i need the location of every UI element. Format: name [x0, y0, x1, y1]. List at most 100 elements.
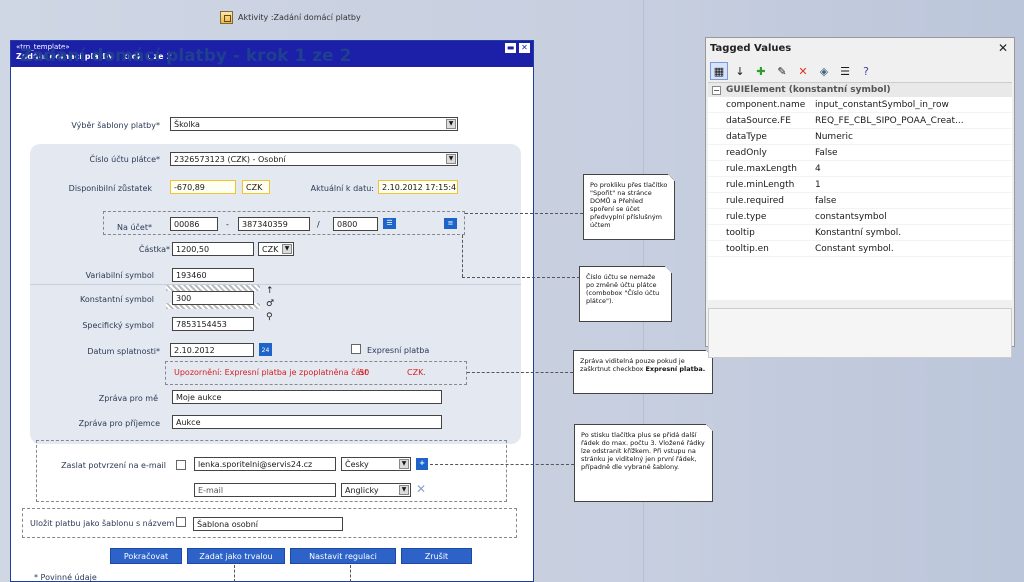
- tag-key: rule.maxLength: [726, 164, 797, 174]
- express-label: Expresní platba: [367, 346, 430, 355]
- const-symbol-input[interactable]: 300: [172, 291, 254, 305]
- link-icon[interactable]: ♂: [266, 299, 274, 309]
- currency-value: CZK: [262, 245, 279, 254]
- tagged-values-toolbar: ▦ ↓ ✚ ✎ ✕ ◈ ☰ ?: [706, 60, 1014, 82]
- language-value-1: Česky: [345, 460, 369, 469]
- calendar-icon[interactable]: 24: [259, 343, 272, 356]
- edit-icon[interactable]: ✎: [773, 62, 791, 80]
- amount-input[interactable]: 1200,50: [172, 242, 254, 256]
- to-account-slash: /: [317, 220, 320, 229]
- activity-header: Aktivity :Zadání domácí platby: [220, 11, 361, 24]
- to-account-prefix-input[interactable]: 00086: [170, 217, 218, 231]
- contact-book-icon[interactable]: ≡: [444, 218, 457, 229]
- tag-icon[interactable]: ◈: [815, 62, 833, 80]
- tag-key: component.name: [726, 100, 806, 110]
- save-template-checkbox[interactable]: [176, 517, 186, 527]
- var-symbol-input[interactable]: 193460: [172, 268, 254, 282]
- actual-value: 2.10.2012 17:15:41: [378, 180, 458, 194]
- email-input-1[interactable]: lenka.sporitelni@servis24.cz: [194, 457, 336, 471]
- table-row[interactable]: component.name input_constantSymbol_in_ro…: [708, 97, 1012, 113]
- page-heading: Zadání domácí platby - krok 1 ze 2: [20, 46, 352, 66]
- table-row[interactable]: readOnly False: [708, 145, 1012, 161]
- msg-me-input[interactable]: Moje aukce: [172, 390, 442, 404]
- table-row[interactable]: dataType Numeric: [708, 129, 1012, 145]
- tag-value: Numeric: [815, 132, 853, 142]
- tagged-values-group[interactable]: − GUIElement (konstantní symbol): [708, 83, 1012, 97]
- tag-value: Constant symbol.: [815, 244, 894, 254]
- table-row[interactable]: dataSource.FE REQ_FE_CBL_SIPO_POAA_Creat.…: [708, 113, 1012, 129]
- warning-currency: CZK.: [407, 368, 426, 377]
- email-checkbox[interactable]: [176, 460, 186, 470]
- minimize-icon[interactable]: ▬: [505, 43, 516, 53]
- table-row[interactable]: tooltip Konstantní symbol.: [708, 225, 1012, 241]
- tagged-values-notes-pane[interactable]: [708, 308, 1012, 358]
- msg-recipient-label: Zpráva pro příjemce: [78, 419, 160, 428]
- tag-value: Konstantní symbol.: [815, 228, 902, 238]
- table-row[interactable]: rule.type constantsymbol: [708, 209, 1012, 225]
- table-row[interactable]: tooltip.en Constant symbol.: [708, 241, 1012, 257]
- due-date-label: Datum splatnosti*: [87, 347, 160, 356]
- cancel-button[interactable]: Zrušit: [401, 548, 472, 564]
- standing-order-button[interactable]: Zadat jako trvalou platbu: [187, 548, 285, 577]
- tag-key: rule.minLength: [726, 180, 795, 190]
- connector-note2: [462, 277, 580, 278]
- close-icon[interactable]: ✕: [998, 41, 1008, 55]
- checklist-icon[interactable]: ☰: [836, 62, 854, 80]
- continue-button[interactable]: Pokračovat: [110, 548, 182, 564]
- currency-select[interactable]: CZK ▼: [258, 242, 294, 256]
- chevron-down-icon[interactable]: ▼: [399, 459, 409, 469]
- warning-amount: 50: [359, 368, 370, 377]
- balance-value: -670,89: [170, 180, 236, 194]
- required-note: * Povinné údaje: [34, 573, 97, 582]
- spec-symbol-input[interactable]: 7853154453: [172, 317, 254, 331]
- language-select-2[interactable]: Anglicky ▼: [341, 483, 411, 497]
- connector-button-2: [350, 565, 351, 582]
- note-email-rows: Po stisku tlačítka plus se přidá další ř…: [574, 424, 713, 502]
- template-value: Školka: [174, 120, 200, 129]
- spec-symbol-label: Specifický symbol: [82, 321, 154, 330]
- account-label: Číslo účtu plátce*: [89, 155, 160, 164]
- msg-recipient-input[interactable]: Aukce: [172, 415, 442, 429]
- move-arrow-icon[interactable]: ↑: [266, 286, 274, 296]
- due-date-input[interactable]: 2.10.2012: [170, 343, 254, 357]
- categorized-view-icon[interactable]: ▦: [710, 62, 728, 80]
- collapse-icon[interactable]: −: [712, 85, 721, 95]
- delete-icon[interactable]: ✕: [794, 62, 812, 80]
- remove-x-icon[interactable]: ✕: [416, 482, 426, 496]
- note-account-keep: Číslo účtu se nemaže po změně účtu plátc…: [579, 266, 672, 322]
- new-tag-icon[interactable]: ✚: [752, 62, 770, 80]
- sort-az-icon[interactable]: ↓: [731, 62, 749, 80]
- email-input-2[interactable]: E-mail: [194, 483, 336, 497]
- chevron-down-icon[interactable]: ▼: [446, 119, 456, 129]
- table-row[interactable]: rule.minLength 1: [708, 177, 1012, 193]
- table-row[interactable]: rule.maxLength 4: [708, 161, 1012, 177]
- close-icon[interactable]: ✕: [519, 43, 530, 53]
- tag-key: dataSource.FE: [726, 116, 791, 126]
- chevron-down-icon[interactable]: ▼: [446, 154, 456, 164]
- table-row[interactable]: rule.required false: [708, 193, 1012, 209]
- save-template-input[interactable]: Šablona osobní: [193, 517, 343, 531]
- balance-regulation-button[interactable]: Nastavit regulaci zůstatku: [290, 548, 396, 577]
- chevron-down-icon[interactable]: ▼: [282, 244, 292, 254]
- tagged-values-panel[interactable]: Tagged Values ✕ ▦ ↓ ✚ ✎ ✕ ◈ ☰ ? − GUIEle…: [705, 37, 1015, 358]
- magnifier-icon[interactable]: ⚲: [266, 312, 273, 322]
- express-checkbox[interactable]: [351, 344, 361, 354]
- to-account-bank-input[interactable]: 0800: [333, 217, 378, 231]
- tag-key: rule.required: [726, 196, 785, 206]
- activity-label: Aktivity :Zadání domácí platby: [238, 13, 361, 22]
- plus-icon[interactable]: +: [416, 458, 428, 470]
- list-icon[interactable]: ☰: [383, 218, 396, 229]
- tag-value: REQ_FE_CBL_SIPO_POAA_Creat...: [815, 116, 964, 126]
- language-select-1[interactable]: Česky ▼: [341, 457, 411, 471]
- account-select[interactable]: 2326573123 (CZK) - Osobní ▼: [170, 152, 458, 166]
- tag-value: false: [815, 196, 837, 206]
- template-select[interactable]: Školka ▼: [170, 117, 458, 131]
- to-account-number-input[interactable]: 387340359: [238, 217, 310, 231]
- connector-note4: [430, 464, 574, 465]
- chevron-down-icon[interactable]: ▼: [399, 485, 409, 495]
- note-express-bold: Expresní platba.: [645, 365, 706, 373]
- msg-me-label: Zpráva pro mě: [98, 394, 158, 403]
- note-express-message: Zpráva viditelná pouze pokud je zaškrtnu…: [573, 350, 713, 394]
- help-icon[interactable]: ?: [857, 62, 875, 80]
- divider: [30, 284, 521, 285]
